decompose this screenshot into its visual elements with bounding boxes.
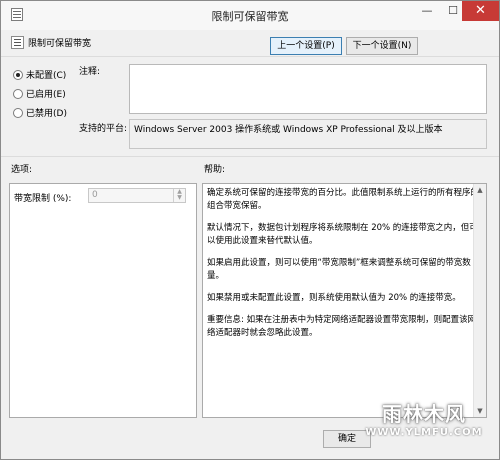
platform-label: 支持的平台: xyxy=(79,124,128,134)
radio-label: 未配置(C) xyxy=(26,71,67,81)
help-paragraph: 确定系统可保留的连接带宽的百分比。此值限制系统上运行的所有程序的组合带宽保留。 xyxy=(207,188,480,211)
radio-enabled[interactable]: 已启用(E) xyxy=(13,87,66,100)
section-divider xyxy=(1,156,499,157)
comment-label: 注释: xyxy=(79,67,101,77)
watermark-text: 雨林木风 xyxy=(382,402,466,426)
bandwidth-limit-spinbox[interactable]: 0 ▲ ▼ xyxy=(88,188,186,203)
help-paragraph: 默认情况下，数据包计划程序将系统限制在 20% 的连接带宽之内，但可以使用此设置… xyxy=(207,223,478,246)
watermark-logo: 雨林木风 WWW.YLMFU.COM xyxy=(354,398,494,458)
help-panel: 确定系统可保留的连接带宽的百分比。此值限制系统上运行的所有程序的组合带宽保留。 … xyxy=(202,183,487,418)
help-paragraph: 如果禁用或未配置此设置，则系统使用默认值为 20% 的连接带宽。 xyxy=(207,293,461,303)
options-panel: 带宽限制 (%): 0 ▲ ▼ xyxy=(9,183,197,418)
minimize-button[interactable]: — xyxy=(414,1,440,21)
bandwidth-limit-label: 带宽限制 (%): xyxy=(14,194,72,204)
help-paragraph: 如果启用此设置，则可以使用“带宽限制”框来调整系统可保留的带宽数量。 xyxy=(207,258,471,281)
next-setting-button[interactable]: 下一个设置(N) xyxy=(346,37,418,55)
title-bar: 限制可保留带宽 — ☐ ✕ xyxy=(1,1,499,30)
radio-not-configured[interactable]: 未配置(C) xyxy=(13,68,66,81)
previous-setting-button[interactable]: 上一个设置(P) xyxy=(270,37,342,55)
policy-name: 限制可保留带宽 xyxy=(28,39,92,49)
radio-dot-icon[interactable] xyxy=(13,88,23,99)
radio-label: 已禁用(D) xyxy=(26,109,67,119)
policy-dialog-window: 限制可保留带宽 — ☐ ✕ 限制可保留带宽 上一个设置(P) 下一个设置(N) … xyxy=(0,0,500,460)
close-button[interactable]: ✕ xyxy=(462,1,499,21)
help-paragraph: 重要信息: 如果在注册表中为特定网络适配器设置带宽限制，则配置该网络适配器时就会… xyxy=(207,315,477,338)
policy-setting-icon xyxy=(11,36,24,49)
spin-arrows-icon[interactable]: ▲ ▼ xyxy=(173,189,185,202)
bandwidth-limit-value: 0 xyxy=(92,190,98,200)
comment-textarea[interactable] xyxy=(129,64,487,114)
options-title: 选项: xyxy=(11,165,33,175)
radio-label: 已启用(E) xyxy=(26,90,66,100)
radio-disabled[interactable]: 已禁用(D) xyxy=(13,106,67,119)
help-title: 帮助: xyxy=(204,165,226,175)
watermark-url: WWW.YLMFU.COM xyxy=(365,427,483,438)
radio-dot-icon[interactable] xyxy=(13,107,23,118)
radio-dot-icon[interactable] xyxy=(13,69,23,80)
platform-text: Windows Server 2003 操作系统或 Windows XP Pro… xyxy=(129,119,487,149)
header-divider xyxy=(1,56,499,57)
scroll-up-icon[interactable]: ▲ xyxy=(474,184,486,196)
help-scrollbar[interactable]: ▲ ▼ xyxy=(473,184,486,417)
